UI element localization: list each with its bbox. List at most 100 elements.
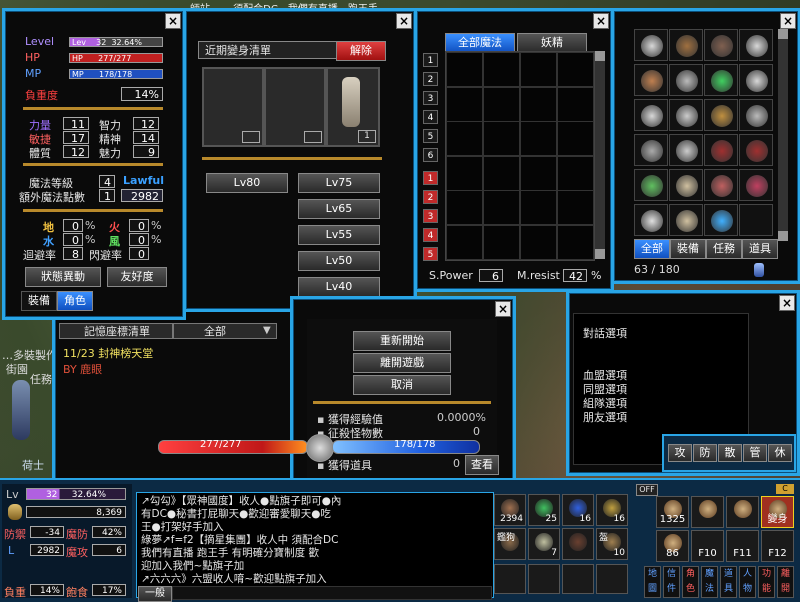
inventory-slot[interactable] bbox=[669, 204, 703, 236]
magic-level-button[interactable]: 6 bbox=[423, 148, 438, 162]
inventory-slot[interactable] bbox=[704, 29, 738, 61]
magic-slot[interactable] bbox=[557, 52, 594, 87]
skill-slot[interactable]: F12 bbox=[761, 530, 794, 562]
quick-slot[interactable]: 16 bbox=[596, 494, 628, 526]
inventory-scrollbar[interactable] bbox=[778, 29, 788, 241]
tab-inventory-quest[interactable]: 任務 bbox=[706, 239, 742, 259]
inventory-slot[interactable] bbox=[634, 99, 668, 131]
clan-action-button[interactable]: 休 bbox=[768, 444, 792, 462]
inventory-slot[interactable] bbox=[634, 169, 668, 201]
menu-button[interactable]: 信件 bbox=[663, 566, 680, 598]
clan-action-button[interactable]: 散 bbox=[718, 444, 742, 462]
menu-button[interactable]: 魔法 bbox=[701, 566, 718, 598]
player-character[interactable] bbox=[12, 380, 30, 440]
skill-slot[interactable]: F11 bbox=[726, 530, 759, 562]
inventory-slot[interactable] bbox=[669, 99, 703, 131]
magic-level-button[interactable]: 2 bbox=[423, 72, 438, 86]
magic-slot[interactable] bbox=[483, 190, 520, 226]
skill-slot[interactable]: 86 bbox=[656, 530, 689, 562]
transform-level-button[interactable]: Lv55 bbox=[298, 225, 380, 245]
unlock-button[interactable]: 解除 bbox=[336, 41, 386, 61]
magic-slot[interactable] bbox=[557, 190, 594, 226]
magic-level-button[interactable]: 1 bbox=[423, 53, 438, 67]
inventory-slot[interactable] bbox=[704, 204, 738, 236]
quick-slot[interactable] bbox=[596, 564, 628, 594]
magic-slot[interactable] bbox=[446, 155, 483, 191]
magic-slot[interactable] bbox=[446, 52, 483, 87]
magic-slot[interactable] bbox=[446, 225, 483, 260]
menu-button[interactable]: 離開 bbox=[777, 566, 794, 598]
quick-slot[interactable] bbox=[494, 564, 526, 594]
quick-slot[interactable]: 鑑狗 bbox=[494, 528, 526, 560]
menu-button[interactable]: 人物 bbox=[739, 566, 756, 598]
quick-slot[interactable]: 25 bbox=[528, 494, 560, 526]
magic-level-button[interactable]: 3 bbox=[423, 209, 438, 223]
off-toggle[interactable]: OFF bbox=[636, 484, 658, 496]
close-icon[interactable]: × bbox=[396, 13, 412, 29]
magic-slot[interactable] bbox=[520, 155, 557, 191]
magic-scrollbar[interactable] bbox=[595, 51, 605, 259]
cancel-button[interactable]: 取消 bbox=[353, 375, 451, 395]
inventory-slot[interactable] bbox=[704, 64, 738, 96]
tab-elf-magic[interactable]: 妖精 bbox=[517, 33, 587, 53]
close-icon[interactable]: × bbox=[495, 301, 511, 317]
trash-icon[interactable] bbox=[754, 263, 764, 277]
skill-slot[interactable]: 1325 bbox=[656, 496, 689, 528]
inventory-grid[interactable] bbox=[634, 29, 774, 241]
transform-level-button[interactable]: Lv80 bbox=[206, 173, 288, 193]
inventory-slot[interactable] bbox=[739, 204, 773, 236]
magic-slot[interactable] bbox=[446, 86, 483, 122]
magic-level-button[interactable]: 2 bbox=[423, 190, 438, 204]
menu-button[interactable]: 道具 bbox=[720, 566, 737, 598]
magic-slot[interactable] bbox=[483, 121, 520, 157]
close-icon[interactable]: × bbox=[780, 13, 796, 29]
clan-action-button[interactable]: 攻 bbox=[668, 444, 692, 462]
inventory-slot[interactable] bbox=[669, 169, 703, 201]
magic-level-button[interactable]: 3 bbox=[423, 91, 438, 105]
bookmark-filter-select[interactable]: 全部 bbox=[173, 323, 277, 339]
magic-slot[interactable] bbox=[520, 190, 557, 226]
bookmark-entry[interactable]: 11/23 封神榜天堂 bbox=[63, 345, 153, 361]
quick-slot[interactable]: 16 bbox=[562, 494, 594, 526]
view-items-button[interactable]: 查看 bbox=[465, 455, 499, 475]
transform-level-button[interactable]: Lv50 bbox=[298, 251, 380, 271]
close-icon[interactable]: × bbox=[593, 13, 609, 29]
tab-equipment[interactable]: 裝備 bbox=[21, 291, 57, 311]
menu-button[interactable]: 功能 bbox=[758, 566, 775, 598]
magic-level-button[interactable]: 5 bbox=[423, 247, 438, 261]
inventory-slot[interactable] bbox=[634, 134, 668, 166]
chat-window[interactable]: ↗勾勾》【眾神國度】收人●點旗子即可●內 有DC●秘書打屁聊天●歡迎審愛聊天●吃… bbox=[136, 492, 494, 598]
inventory-slot[interactable] bbox=[739, 64, 773, 96]
transform-slot[interactable] bbox=[264, 67, 326, 147]
quick-slot[interactable] bbox=[562, 564, 594, 594]
inventory-slot[interactable] bbox=[704, 99, 738, 131]
transform-level-button[interactable]: Lv75 bbox=[298, 173, 380, 193]
inventory-slot[interactable] bbox=[739, 29, 773, 61]
inventory-slot[interactable] bbox=[634, 64, 668, 96]
inventory-slot[interactable] bbox=[634, 204, 668, 236]
magic-slot[interactable] bbox=[483, 155, 520, 191]
chevron-down-icon[interactable]: ▼ bbox=[263, 325, 271, 336]
tab-inventory-all[interactable]: 全部 bbox=[634, 239, 670, 259]
magic-slot[interactable] bbox=[483, 86, 520, 122]
magic-slot[interactable] bbox=[520, 225, 557, 260]
restart-button[interactable]: 重新開始 bbox=[353, 331, 451, 351]
clan-action-button[interactable]: 防 bbox=[693, 444, 717, 462]
inventory-slot[interactable] bbox=[669, 64, 703, 96]
inventory-slot[interactable] bbox=[669, 29, 703, 61]
inventory-slot[interactable] bbox=[739, 99, 773, 131]
status-change-button[interactable]: 狀態異動 bbox=[25, 267, 101, 287]
inventory-slot[interactable] bbox=[739, 134, 773, 166]
inventory-slot[interactable] bbox=[634, 29, 668, 61]
transform-slot[interactable] bbox=[202, 67, 264, 147]
magic-slot[interactable] bbox=[557, 155, 594, 191]
c-toggle[interactable]: C bbox=[776, 484, 794, 494]
tab-character[interactable]: 角色 bbox=[57, 291, 93, 311]
magic-slot[interactable] bbox=[557, 86, 594, 122]
magic-slot[interactable] bbox=[446, 121, 483, 157]
magic-level-button[interactable]: 1 bbox=[423, 171, 438, 185]
magic-slot[interactable] bbox=[520, 52, 557, 87]
close-icon[interactable]: × bbox=[165, 13, 181, 29]
leave-game-button[interactable]: 離開遊戲 bbox=[353, 353, 451, 373]
quick-slot[interactable]: 2394 bbox=[494, 494, 526, 526]
